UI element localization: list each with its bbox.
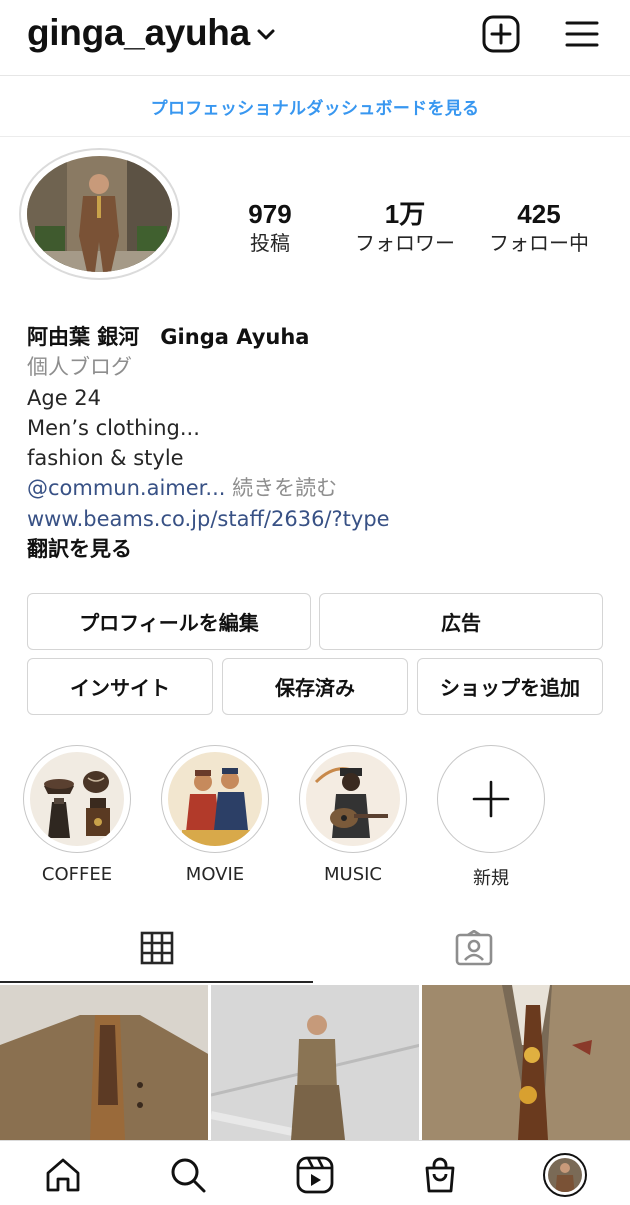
posts-count: 979 — [248, 199, 292, 229]
highlight-new[interactable]: 新規 — [437, 745, 545, 890]
avatar[interactable] — [27, 156, 172, 272]
following-count: 425 — [517, 199, 561, 229]
highlight-cover[interactable] — [23, 745, 131, 853]
highlight-label: MOVIE — [185, 864, 245, 885]
highlight-label: COFFEE — [41, 864, 113, 885]
account-switcher[interactable]: ginga_ayuha — [27, 12, 276, 54]
post-thumbnail[interactable] — [0, 985, 208, 1140]
bottom-navigation — [0, 1140, 630, 1205]
following-label: フォロー中 — [489, 231, 589, 255]
read-more-link[interactable]: 続きを読む — [232, 476, 337, 500]
highlight-music[interactable]: MUSIC — [299, 745, 407, 885]
tab-tagged[interactable] — [317, 913, 630, 983]
tab-posts-grid[interactable] — [0, 913, 313, 983]
highlight-cover[interactable] — [299, 745, 407, 853]
profile-bio: 阿由葉 銀河 Ginga Ayuha 個人ブログ Age 24 Men’s cl… — [27, 322, 617, 564]
bio-mention-row: @commun.aimer... 続きを読む — [27, 473, 617, 503]
username: ginga_ayuha — [27, 12, 250, 53]
highlight-coffee[interactable]: COFFEE — [23, 745, 131, 885]
posts-stat[interactable]: 979 投稿 — [230, 198, 310, 256]
bio-line: Men’s clothing... — [27, 415, 200, 440]
followers-label: フォロワー — [355, 231, 455, 255]
display-name: 阿由葉 銀河 Ginga Ayuha — [27, 325, 310, 349]
grid-icon — [140, 931, 173, 965]
hamburger-menu-icon[interactable] — [562, 14, 602, 54]
highlight-label: MUSIC — [323, 864, 382, 885]
edit-profile-button[interactable]: プロフィールを編集 — [27, 593, 311, 650]
following-stat[interactable]: 425 フォロー中 — [479, 198, 599, 256]
see-translation-link[interactable]: 翻訳を見る — [27, 534, 617, 564]
add-shop-button[interactable]: ショップを追加 — [417, 658, 603, 715]
profile-category: 個人ブログ — [27, 355, 132, 380]
professional-dashboard-link[interactable]: プロフェッショナルダッシュボードを見る — [0, 76, 630, 137]
profile-avatar[interactable] — [543, 1153, 587, 1197]
reels-icon[interactable] — [295, 1155, 335, 1195]
new-highlight-button[interactable] — [437, 745, 545, 853]
plus-icon — [472, 780, 510, 818]
tagged-person-icon — [455, 930, 492, 966]
highlight-cover[interactable] — [161, 745, 269, 853]
highlight-movie[interactable]: MOVIE — [161, 745, 269, 885]
insights-button[interactable]: インサイト — [27, 658, 213, 715]
followers-count: 1万 — [384, 199, 426, 229]
post-thumbnail[interactable] — [422, 985, 630, 1140]
bio-line: Age 24 — [27, 385, 102, 410]
posts-label: 投稿 — [250, 231, 290, 255]
ads-button[interactable]: 広告 — [319, 593, 603, 650]
search-icon[interactable] — [168, 1155, 208, 1195]
post-thumbnail[interactable] — [211, 985, 419, 1140]
bio-line: fashion & style — [27, 446, 184, 471]
plus-square-icon[interactable] — [481, 14, 521, 54]
followers-stat[interactable]: 1万 フォロワー — [345, 198, 465, 256]
top-header: ginga_ayuha — [0, 0, 630, 76]
website-link[interactable]: www.beams.co.jp/staff/2636/?type — [27, 504, 617, 534]
highlight-label: 新規 — [473, 868, 509, 889]
bio-mention-link[interactable]: @commun.aimer... — [27, 476, 225, 500]
home-icon[interactable] — [43, 1155, 83, 1195]
professional-dashboard-label: プロフェッショナルダッシュボードを見る — [150, 98, 480, 119]
chevron-down-icon — [257, 29, 275, 40]
posts-grid — [0, 985, 630, 1140]
active-tab-indicator — [0, 981, 313, 983]
shop-icon[interactable] — [420, 1155, 460, 1195]
saved-button[interactable]: 保存済み — [222, 658, 408, 715]
